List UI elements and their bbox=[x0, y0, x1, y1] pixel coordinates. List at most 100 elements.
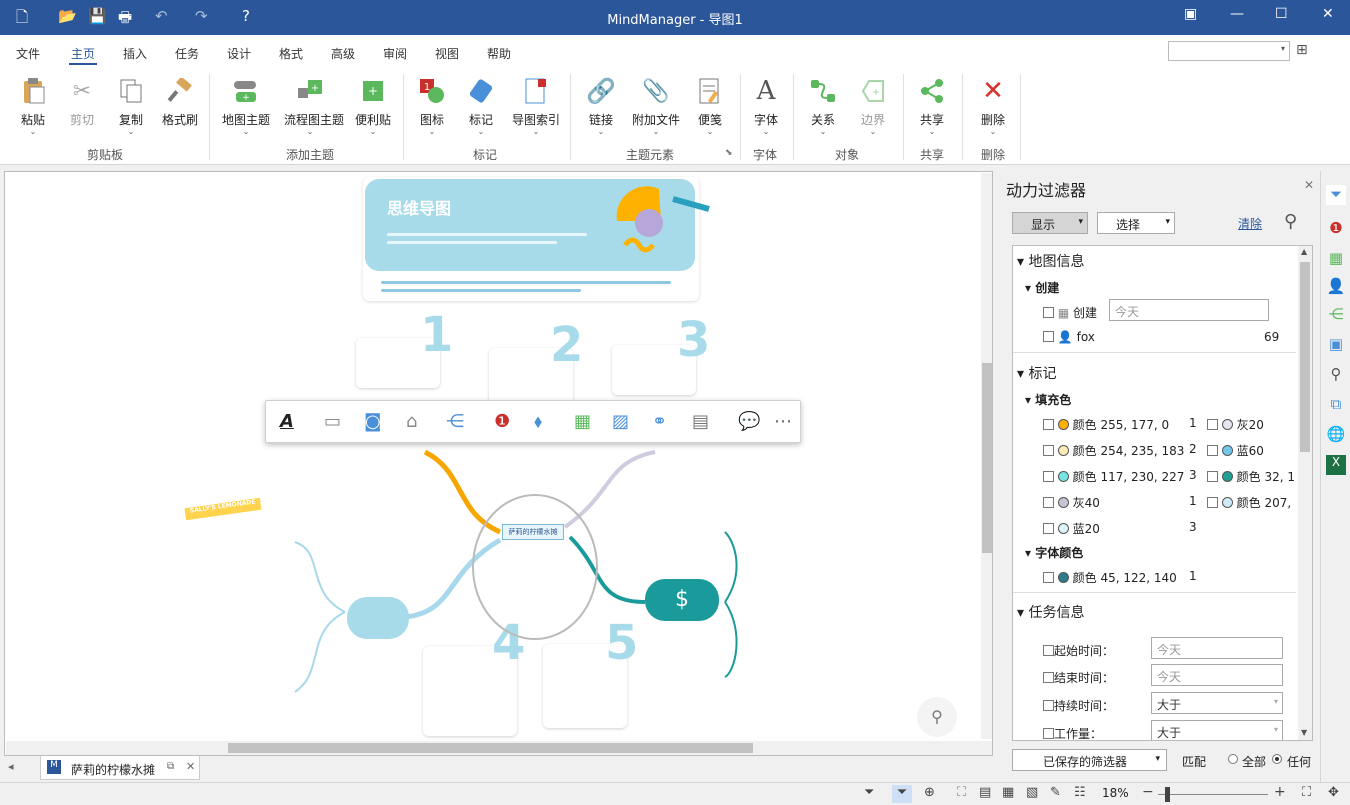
vertical-scroll-thumb[interactable] bbox=[982, 363, 992, 553]
boundary-shape-icon[interactable]: ⌂ bbox=[406, 411, 417, 432]
close-panel-icon[interactable]: ✕ bbox=[1304, 178, 1314, 192]
text-format-icon[interactable]: A bbox=[280, 411, 294, 432]
link-button[interactable]: 🔗 链接 ⌄ bbox=[575, 76, 627, 136]
scroll-up-icon[interactable]: ▲ bbox=[1301, 247, 1307, 256]
tab-review[interactable]: 审阅 bbox=[383, 45, 407, 62]
zoom-in-icon[interactable]: + bbox=[1274, 784, 1286, 800]
zoom-slider-thumb[interactable] bbox=[1165, 787, 1170, 802]
tab-scroll-left-icon[interactable]: ◂ bbox=[8, 760, 14, 773]
tab-file[interactable]: 文件 bbox=[16, 45, 40, 62]
delete-button[interactable]: ✕ 删除 ⌄ bbox=[967, 76, 1019, 136]
icons-pane-icon[interactable]: ❶ bbox=[1326, 219, 1346, 239]
task-pane-icon[interactable]: ▦ bbox=[1326, 249, 1346, 269]
document-tab[interactable]: M 萨莉的柠檬水摊 ⧉ ✕ bbox=[40, 756, 200, 780]
match-any-radio[interactable] bbox=[1272, 754, 1282, 764]
tab-view[interactable]: 视图 bbox=[435, 45, 459, 62]
tab-help[interactable]: 帮助 bbox=[487, 45, 511, 62]
icons-button[interactable]: 1 图标 ⌄ bbox=[406, 76, 458, 136]
show-dropdown[interactable]: 显示 ▾ bbox=[1012, 212, 1088, 234]
fill-checkbox[interactable] bbox=[1207, 419, 1218, 430]
section-fill-color[interactable]: ▾ 填充色 bbox=[1025, 391, 1071, 408]
fill-checkbox[interactable] bbox=[1207, 445, 1218, 456]
location-pin-icon[interactable]: ⚲ bbox=[917, 697, 957, 737]
topic-bubble-left[interactable] bbox=[347, 597, 409, 639]
dialog-launcher-icon[interactable]: ⬊ bbox=[725, 148, 733, 158]
tasks-view-icon[interactable]: ☷ bbox=[1074, 785, 1086, 800]
ribbon-display-icon[interactable]: ▣ bbox=[1184, 6, 1197, 22]
fit-map-icon[interactable]: ⛶ bbox=[957, 785, 966, 800]
tags-button[interactable]: 标记 ⌄ bbox=[455, 76, 507, 136]
central-topic[interactable]: 萨莉的柠檬水摊 bbox=[502, 524, 564, 540]
format-painter-button[interactable]: 格式刷 bbox=[154, 76, 206, 128]
map-parts-icon[interactable]: ⋲ bbox=[1326, 305, 1346, 325]
tab-design[interactable]: 设计 bbox=[227, 45, 251, 62]
panel-scrollbar[interactable]: ▲ ▼ bbox=[1298, 246, 1312, 740]
fit-page-icon[interactable]: ⛶ bbox=[1302, 785, 1311, 800]
scroll-down-icon[interactable]: ▼ bbox=[1301, 728, 1307, 737]
fill-checkbox[interactable] bbox=[1043, 471, 1054, 482]
schedule-view-icon[interactable]: ▦ bbox=[1002, 785, 1014, 800]
topic-bubble-money[interactable]: $ bbox=[645, 579, 719, 621]
fill-checkbox[interactable] bbox=[1043, 445, 1054, 456]
power-filter-status-icon[interactable]: ⏷ bbox=[892, 785, 912, 803]
panel-scroll-thumb[interactable] bbox=[1300, 262, 1310, 452]
tab-format[interactable]: 格式 bbox=[279, 45, 303, 62]
fill-checkbox[interactable] bbox=[1043, 523, 1054, 534]
paste-button[interactable]: 粘贴 ⌄ bbox=[7, 76, 59, 136]
notes-view-icon[interactable]: ✎ bbox=[1050, 785, 1061, 800]
layout-icon[interactable]: ⊞ bbox=[1296, 42, 1308, 58]
workload-select[interactable]: 大于 ▾ bbox=[1151, 720, 1283, 740]
copy-button[interactable]: 复制 ⌄ bbox=[105, 76, 157, 136]
notes-button[interactable]: 便笺 ⌄ bbox=[684, 76, 736, 136]
clear-link[interactable]: 清除 bbox=[1238, 215, 1262, 232]
cut-button[interactable]: ✂ 剪切 bbox=[56, 76, 108, 128]
section-font-color[interactable]: ▾ 字体颜色 bbox=[1025, 544, 1083, 561]
layout-status-icon[interactable]: ⊕ bbox=[924, 785, 935, 800]
sticky-note-button[interactable]: + 便利贴 ⌄ bbox=[347, 76, 399, 136]
outline-view-icon[interactable]: ▤ bbox=[979, 785, 991, 800]
resources-pane-icon[interactable]: 👤 bbox=[1326, 277, 1346, 297]
created-checkbox[interactable] bbox=[1043, 307, 1054, 318]
fill-checkbox[interactable] bbox=[1043, 497, 1054, 508]
power-filter-icon[interactable]: ⏷ bbox=[1326, 185, 1346, 205]
filter-status-icon[interactable]: ⏷ bbox=[864, 785, 874, 800]
saved-filters-dropdown[interactable]: 已保存的筛选器 ▾ bbox=[1012, 749, 1167, 771]
attach-file-button[interactable]: 📎 附加文件 ⌄ bbox=[630, 76, 682, 136]
excel-icon[interactable]: X bbox=[1326, 455, 1346, 475]
fill-checkbox[interactable] bbox=[1207, 471, 1218, 482]
map-index-button[interactable]: 导图索引 ⌄ bbox=[510, 76, 562, 136]
more-icon[interactable]: ⋯ bbox=[774, 411, 792, 432]
vertical-scrollbar[interactable] bbox=[981, 173, 992, 739]
close-tab-icon[interactable]: ✕ bbox=[186, 760, 195, 773]
font-color-checkbox[interactable] bbox=[1043, 572, 1054, 583]
minimize-icon[interactable]: — bbox=[1230, 6, 1244, 22]
match-all-radio[interactable] bbox=[1228, 754, 1238, 764]
link-icon[interactable]: ⚭ bbox=[652, 411, 667, 432]
duration-checkbox[interactable] bbox=[1043, 700, 1054, 711]
tag-icon[interactable]: ⬧ bbox=[534, 411, 542, 432]
section-markers[interactable]: ▾ 标记 bbox=[1017, 363, 1056, 383]
zoom-out-icon[interactable]: − bbox=[1142, 784, 1154, 800]
map-index-icon[interactable]: ⧉ bbox=[1326, 395, 1346, 415]
calendar-icon[interactable]: ▦ bbox=[574, 411, 591, 432]
section-task-info[interactable]: ▾ 任务信息 bbox=[1017, 602, 1084, 622]
library-icon[interactable]: ▣ bbox=[1326, 335, 1346, 355]
flowchart-topic-button[interactable]: + 流程图主题 ⌄ bbox=[284, 76, 344, 136]
end-time-checkbox[interactable] bbox=[1043, 672, 1054, 683]
horizontal-scrollbar[interactable] bbox=[6, 741, 992, 755]
start-time-checkbox[interactable] bbox=[1043, 645, 1054, 656]
map-canvas[interactable]: 思维导图 1 2 3 4 5 萨莉的柠檬水摊 $ SALLY'S LEMONAD… bbox=[4, 171, 993, 756]
end-time-input[interactable]: 今天 bbox=[1151, 664, 1283, 686]
comment-icon[interactable]: 💬 bbox=[738, 411, 760, 432]
subtopic-icon[interactable]: ⋲ bbox=[446, 411, 464, 432]
tab-home[interactable]: 主页 bbox=[68, 45, 98, 65]
author-checkbox[interactable] bbox=[1043, 331, 1054, 342]
restore-tab-icon[interactable]: ⧉ bbox=[167, 761, 174, 772]
created-date-input[interactable]: 今天 bbox=[1109, 299, 1269, 321]
note-icon[interactable]: ▤ bbox=[692, 411, 709, 432]
fill-checkbox[interactable] bbox=[1043, 419, 1054, 430]
tab-task[interactable]: 任务 bbox=[175, 45, 199, 62]
section-map-info[interactable]: ▾ 地图信息 bbox=[1017, 251, 1084, 271]
font-button[interactable]: A 字体 ⌄ bbox=[740, 76, 792, 136]
horizontal-scroll-thumb[interactable] bbox=[228, 743, 753, 753]
